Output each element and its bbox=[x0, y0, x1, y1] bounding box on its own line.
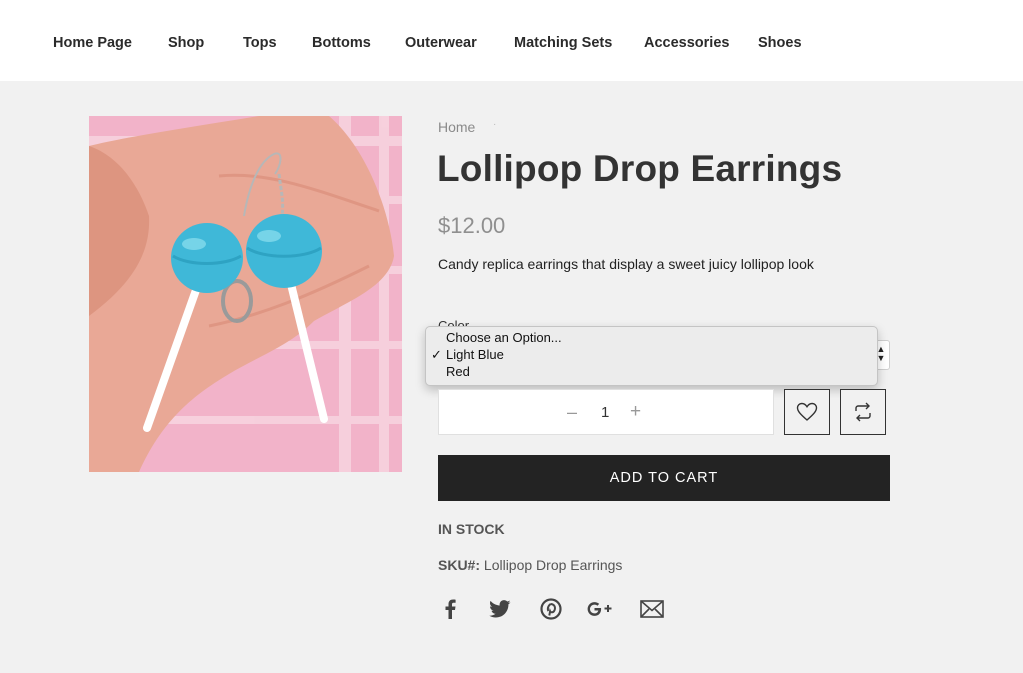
nav-item-home-page[interactable]: Home Page bbox=[53, 35, 132, 51]
nav-item-shoes[interactable]: Shoes bbox=[758, 35, 802, 51]
top-navigation: Home Page Shop Tops Bottoms Outerwear Ma… bbox=[0, 0, 1023, 81]
quantity-increase-button[interactable]: + bbox=[630, 401, 641, 423]
product-price: $12.00 bbox=[438, 213, 506, 238]
sku-label: SKU#: bbox=[438, 557, 481, 573]
sku-line: SKU#: Lollipop Drop Earrings bbox=[438, 557, 622, 573]
nav-item-matching-sets[interactable]: Matching Sets bbox=[514, 35, 612, 51]
quantity-stepper: – 1 + bbox=[438, 389, 774, 435]
facebook-icon[interactable] bbox=[437, 596, 463, 622]
pinterest-icon[interactable] bbox=[538, 596, 564, 622]
breadcrumb-separator: · bbox=[493, 119, 497, 130]
google-plus-icon[interactable] bbox=[587, 596, 613, 622]
compare-button[interactable] bbox=[840, 389, 886, 435]
wishlist-button[interactable] bbox=[784, 389, 830, 435]
product-title: Lollipop Drop Earrings bbox=[437, 148, 843, 189]
quantity-decrease-button[interactable]: – bbox=[567, 402, 577, 423]
dropdown-option[interactable]: Choose an Option... bbox=[446, 330, 562, 345]
email-icon[interactable] bbox=[639, 596, 665, 622]
quantity-value[interactable]: 1 bbox=[601, 404, 609, 421]
nav-item-bottoms[interactable]: Bottoms bbox=[312, 35, 371, 51]
product-photo bbox=[89, 116, 402, 472]
stock-status: IN STOCK bbox=[438, 521, 505, 537]
sku-value: Lollipop Drop Earrings bbox=[483, 557, 623, 573]
checkmark-icon: ✓ bbox=[431, 347, 442, 362]
compare-icon bbox=[855, 402, 871, 422]
dropdown-option[interactable]: Red bbox=[446, 364, 470, 379]
dropdown-option-selected[interactable]: Light Blue bbox=[446, 347, 504, 362]
color-dropdown-menu: Choose an Option... ✓ Light Blue Red bbox=[425, 326, 878, 386]
product-image[interactable] bbox=[89, 116, 402, 472]
breadcrumb-home[interactable]: Home bbox=[438, 119, 475, 135]
nav-item-shop[interactable]: Shop bbox=[168, 35, 204, 51]
heart-icon bbox=[796, 402, 818, 421]
product-description: Candy replica earrings that display a sw… bbox=[438, 256, 814, 272]
nav-item-accessories[interactable]: Accessories bbox=[644, 35, 729, 51]
add-to-cart-button[interactable]: ADD TO CART bbox=[438, 455, 890, 501]
breadcrumb: Home · bbox=[438, 119, 496, 135]
twitter-icon[interactable] bbox=[487, 596, 513, 622]
nav-item-outerwear[interactable]: Outerwear bbox=[405, 35, 477, 51]
nav-item-tops[interactable]: Tops bbox=[243, 35, 277, 51]
